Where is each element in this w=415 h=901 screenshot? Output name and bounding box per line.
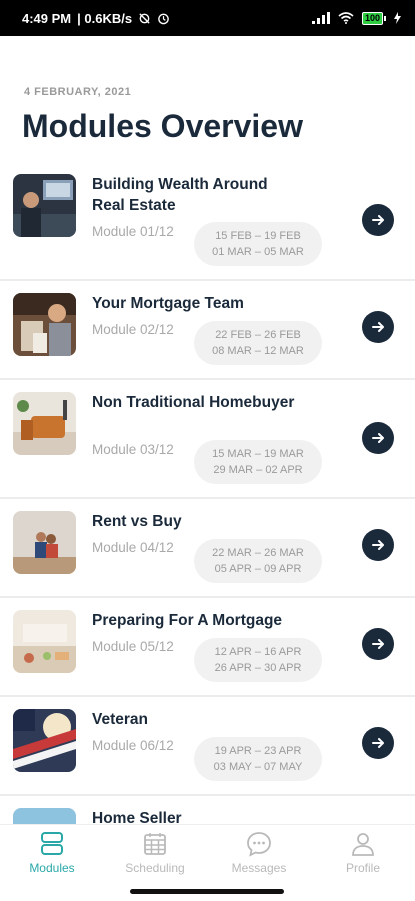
module-item[interactable]: Building Wealth Around Real Estate Modul… (0, 162, 415, 281)
date-range-2: 08 MAR – 12 MAR (212, 345, 304, 357)
arrow-right-icon (372, 322, 384, 332)
tab-label: Scheduling (125, 861, 185, 875)
open-module-button[interactable] (362, 422, 394, 454)
module-thumbnail (13, 709, 76, 772)
module-dates: 19 APR – 23 APR 03 MAY – 07 MAY (194, 737, 322, 781)
status-time: 4:49 PM (22, 10, 72, 26)
date-range-1: 22 FEB – 26 FEB (215, 329, 301, 341)
module-number: Module 04/12 (92, 540, 174, 555)
date-range-1: 19 APR – 23 APR (214, 745, 302, 757)
module-title: Your Mortgage Team (92, 295, 244, 312)
module-number: Module 01/12 (92, 224, 174, 239)
home-indicator[interactable] (130, 889, 284, 894)
tab-label: Messages (231, 861, 287, 875)
module-thumbnail (13, 392, 76, 455)
arrow-right-icon (372, 540, 384, 550)
tab-label: Modules (29, 861, 75, 875)
charging-icon (394, 12, 401, 24)
module-item[interactable]: Rent vs Buy Module 04/12 22 MAR – 26 MAR… (0, 499, 415, 598)
arrow-right-icon (372, 738, 384, 748)
open-module-button[interactable] (362, 204, 394, 236)
arrow-right-icon (372, 215, 384, 225)
module-thumbnail (13, 174, 76, 237)
status-left: 4:49 PM | 0.6KB/s (22, 11, 170, 26)
network-speed: | 0.6KB/s (77, 10, 133, 26)
open-module-button[interactable] (362, 311, 394, 343)
module-number: Module 03/12 (92, 442, 174, 457)
module-item[interactable]: Preparing For A Mortgage Module 05/12 12… (0, 598, 415, 697)
sync-icon (139, 12, 150, 24)
person-icon (352, 833, 374, 856)
current-date: 4 FEBRUARY, 2021 (24, 86, 132, 98)
calendar-icon (144, 833, 166, 855)
module-number: Module 05/12 (92, 639, 174, 654)
module-item[interactable]: Your Mortgage Team Module 02/12 22 FEB –… (0, 281, 415, 380)
chat-bubble-icon (247, 832, 271, 857)
module-dates: 12 APR – 16 APR 26 APR – 30 APR (194, 638, 322, 682)
date-range-2: 01 MAR – 05 MAR (212, 246, 304, 258)
date-range-1: 12 APR – 16 APR (214, 646, 302, 658)
modules-icon (41, 832, 63, 855)
page-title: Modules Overview (22, 108, 303, 144)
module-title: Building Wealth Around Real Estate (92, 176, 268, 214)
module-title: Preparing For A Mortgage (92, 612, 283, 629)
module-title: Veteran (92, 711, 149, 728)
module-dates: 22 FEB – 26 FEB 08 MAR – 12 MAR (194, 321, 322, 365)
module-dates: 15 FEB – 19 FEB 01 MAR – 05 MAR (194, 222, 322, 266)
module-item[interactable]: Home Seller (0, 796, 415, 824)
module-item[interactable]: Non Traditional Homebuyer Module 03/12 1… (0, 380, 415, 499)
module-thumbnail (13, 511, 76, 574)
module-title: Non Traditional Homebuyer (92, 394, 295, 411)
status-bar: 4:49 PM | 0.6KB/s 100 (0, 0, 415, 36)
date-range-2: 03 MAY – 07 MAY (213, 761, 303, 773)
module-dates: 22 MAR – 26 MAR 05 APR – 09 APR (194, 539, 322, 583)
signal-icon (311, 12, 330, 24)
module-list[interactable]: Building Wealth Around Real Estate Modul… (0, 162, 415, 824)
status-right: 100 (311, 11, 401, 25)
module-thumbnail (13, 610, 76, 673)
date-range-2: 29 MAR – 02 APR (213, 464, 303, 476)
module-item[interactable]: Veteran Module 06/12 19 APR – 23 APR 03 … (0, 697, 415, 796)
date-range-1: 15 FEB – 19 FEB (215, 230, 301, 242)
module-title: Rent vs Buy (92, 513, 182, 530)
arrow-right-icon (372, 433, 384, 443)
tab-profile[interactable]: Profile (318, 831, 408, 875)
date-range-2: 26 APR – 30 APR (214, 662, 302, 674)
open-module-button[interactable] (362, 529, 394, 561)
module-thumbnail (13, 808, 76, 824)
date-range-2: 05 APR – 09 APR (214, 563, 302, 575)
tab-scheduling[interactable]: Scheduling (110, 831, 200, 875)
module-title: Home Seller (92, 810, 182, 824)
date-range-1: 15 MAR – 19 MAR (212, 448, 304, 460)
open-module-button[interactable] (362, 727, 394, 759)
wifi-icon (338, 12, 354, 24)
battery-icon: 100 (361, 11, 386, 25)
arrow-right-icon (372, 639, 384, 649)
module-thumbnail (13, 293, 76, 356)
date-range-1: 22 MAR – 26 MAR (212, 547, 304, 559)
module-number: Module 06/12 (92, 738, 174, 753)
tab-messages[interactable]: Messages (214, 831, 304, 875)
open-module-button[interactable] (362, 628, 394, 660)
tab-label: Profile (345, 861, 380, 875)
tab-modules[interactable]: Modules (7, 831, 97, 875)
module-number: Module 02/12 (92, 322, 174, 337)
module-dates: 15 MAR – 19 MAR 29 MAR – 02 APR (194, 440, 322, 484)
battery-level: 100 (364, 12, 380, 23)
alarm-icon (158, 13, 169, 24)
